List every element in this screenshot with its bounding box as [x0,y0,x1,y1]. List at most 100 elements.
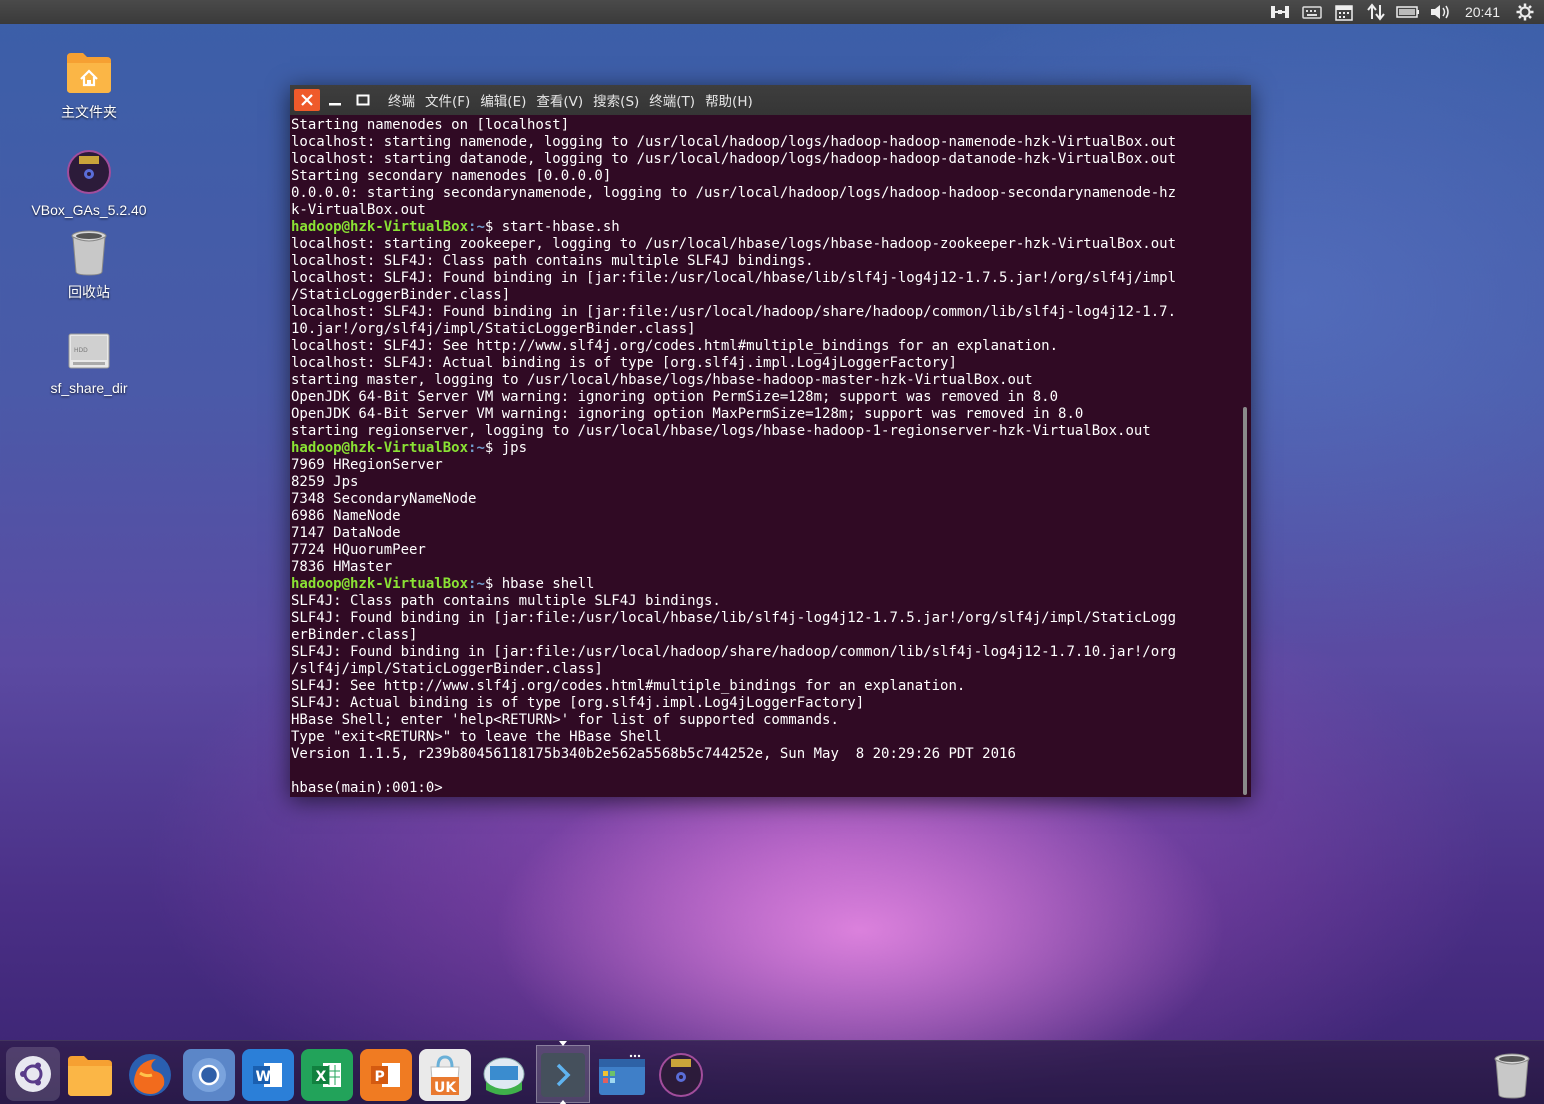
terminal-line: SLF4J: See http://www.slf4j.org/codes.ht… [291,678,966,694]
maximize-icon [356,94,370,106]
desktop-label: 回收站 [68,284,110,300]
top-panel: 20:41 [0,0,1544,24]
terminal-line: localhost: SLF4J: See http://www.slf4j.o… [291,338,1059,354]
disc-drive-icon[interactable] [655,1049,707,1101]
calendar-icon[interactable] [1331,0,1357,24]
prompt-command: $ start-hbase.sh [484,219,620,235]
svg-text:UK: UK [434,1080,457,1096]
terminal-line: Starting namenodes on [localhost] [291,117,570,133]
terminal-prompt-line: hadoop@hzk-VirtualBox:~$ hbase shell [291,576,1251,593]
terminal-line: erBinder.class] [291,627,418,643]
terminal-line: hbase(main):001:0> [291,780,452,796]
terminal-line: k-VirtualBox.out [291,202,426,218]
terminal-line: 7147 DataNode [291,525,401,541]
dock: W X P UK [0,1040,1544,1104]
maximize-button[interactable] [350,89,376,111]
menu-terminal-title[interactable]: 终端 [388,88,415,112]
prompt-user: hadoop@hzk-VirtualBox [291,440,469,456]
terminal-titlebar[interactable]: 终端 文件(F) 编辑(E) 查看(V) 搜索(S) 终端(T) 帮助(H) [290,85,1251,115]
terminal-line: Type "exit<RETURN>" to leave the HBase S… [291,729,662,745]
svg-text:HDD: HDD [74,347,88,354]
terminal-line: localhost: starting datanode, logging to… [291,151,1177,167]
wps-writer-icon[interactable]: W [242,1049,294,1101]
terminal-line: localhost: starting zookeeper, logging t… [291,236,1177,252]
drive-icon: HDD [63,324,115,376]
svg-text:W: W [256,1069,271,1085]
svg-text:X: X [316,1069,327,1085]
menu-search[interactable]: 搜索(S) [593,88,639,112]
remote-desktop-icon[interactable] [478,1049,530,1101]
desktop-label: sf_share_dir [50,380,128,396]
prompt-command: $ jps [484,440,528,456]
desktop-icon-share[interactable]: HDD sf_share_dir [14,324,164,396]
files-icon[interactable] [64,1049,116,1101]
trash-icon[interactable] [1486,1049,1538,1101]
terminal-line: localhost: SLF4J: Actual binding is of t… [291,355,957,371]
terminal-line: /slf4j/impl/StaticLoggerBinder.class] [291,661,603,677]
prompt-path: :~ [468,576,485,592]
terminal-output[interactable]: Starting namenodes on [localhost] localho… [290,115,1251,797]
desktop-label: VBox_GAs_5.2.40 [31,202,147,218]
trash-icon [63,226,115,278]
terminal-line: Starting secondary namenodes [0.0.0.0] [291,168,612,184]
terminal-icon[interactable] [537,1049,589,1101]
battery-icon[interactable] [1395,0,1421,24]
terminal-line: localhost: SLF4J: Found binding in [jar:… [291,270,1177,286]
wps-spreadsheet-icon[interactable]: X [301,1049,353,1101]
terminal-line: SLF4J: Found binding in [jar:file:/usr/l… [291,610,1177,626]
terminal-prompt-line: hadoop@hzk-VirtualBox:~$ jps [291,440,1251,457]
active-indicator-top [559,1041,567,1046]
terminal-prompt-line: hadoop@hzk-VirtualBox:~$ start-hbase.sh [291,219,1251,236]
terminal-line: OpenJDK 64-Bit Server VM warning: ignori… [291,406,1084,422]
minimize-icon [329,103,341,106]
volume-icon[interactable] [1427,0,1453,24]
terminal-line: 7724 HQuorumPeer [291,542,426,558]
terminal-line: 0.0.0.0: starting secondarynamenode, log… [291,185,1177,201]
terminal-line: localhost: starting namenode, logging to… [291,134,1177,150]
power-gear-icon[interactable] [1512,0,1538,24]
terminal-line: 7969 HRegionServer [291,457,443,473]
terminal-line: localhost: SLF4J: Found binding in [jar:… [291,304,1177,320]
terminal-line: SLF4J: Class path contains multiple SLF4… [291,593,721,609]
menu-edit[interactable]: 编辑(E) [480,88,526,112]
close-icon [301,94,313,106]
transfer-icon[interactable] [1363,0,1389,24]
terminal-line: 7836 HMaster [291,559,393,575]
terminal-line: 6986 NameNode [291,508,401,524]
svg-text:P: P [375,1069,385,1085]
desktop-icon-vbox[interactable]: VBox_GAs_5.2.40 [14,146,164,218]
terminal-line: 7348 SecondaryNameNode [291,491,477,507]
terminal-line: 8259 Jps [291,474,359,490]
desktop-label: 主文件夹 [61,104,117,120]
workspace-switcher-icon[interactable] [596,1049,648,1101]
terminal-scrollbar[interactable] [1243,407,1247,795]
desktop-icon-trash[interactable]: 回收站 [14,226,164,302]
menu-help[interactable]: 帮助(H) [705,88,753,112]
ubuntu-kylin-software-icon[interactable]: UK [419,1049,471,1101]
clock[interactable]: 20:41 [1459,4,1506,20]
terminal-line: starting master, logging to /usr/local/h… [291,372,1033,388]
chromium-icon[interactable] [183,1049,235,1101]
prompt-command: $ hbase shell [484,576,595,592]
home-folder-icon [63,46,115,98]
ubuntu-logo-icon[interactable] [6,1047,60,1101]
close-button[interactable] [294,89,320,111]
wps-presentation-icon[interactable]: P [360,1049,412,1101]
menu-view[interactable]: 查看(V) [536,88,583,112]
terminal-line: /StaticLoggerBinder.class] [291,287,511,303]
firefox-icon[interactable] [124,1049,176,1101]
prompt-user: hadoop@hzk-VirtualBox [291,219,469,235]
minimize-button[interactable] [322,89,348,111]
terminal-line: 10.jar!/org/slf4j/impl/StaticLoggerBinde… [291,321,696,337]
menu-terminal[interactable]: 终端(T) [649,88,695,112]
terminal-line: OpenJDK 64-Bit Server VM warning: ignori… [291,389,1059,405]
prompt-user: hadoop@hzk-VirtualBox [291,576,469,592]
terminal-window[interactable]: 终端 文件(F) 编辑(E) 查看(V) 搜索(S) 终端(T) 帮助(H) S… [290,85,1251,797]
terminal-line: SLF4J: Found binding in [jar:file:/usr/l… [291,644,1177,660]
desktop-icon-home[interactable]: 主文件夹 [14,46,164,122]
menu-file[interactable]: 文件(F) [425,88,470,112]
network-icon[interactable] [1267,0,1293,24]
disc-icon [63,146,115,198]
keyboard-icon[interactable] [1299,0,1325,24]
